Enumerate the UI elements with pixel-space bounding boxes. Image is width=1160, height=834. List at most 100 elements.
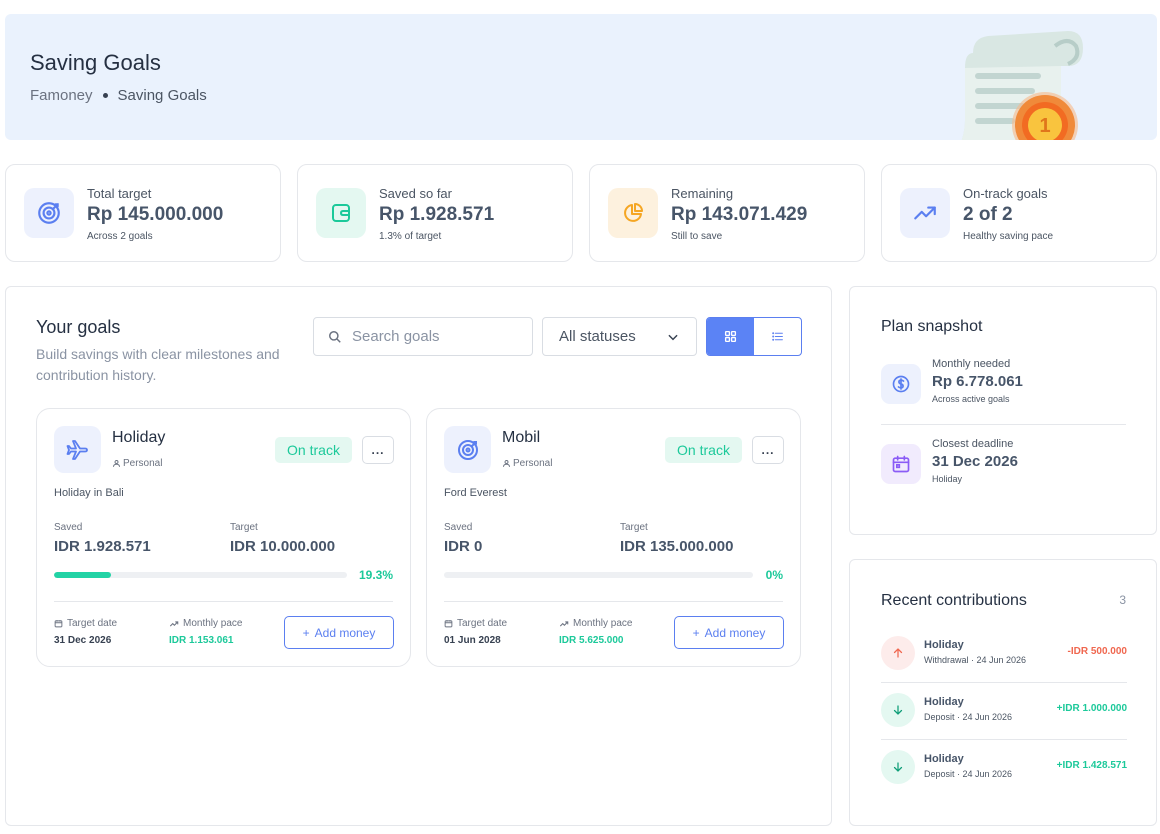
target-date-label-text: Target date (457, 618, 508, 629)
stat-label: Total target (87, 186, 152, 201)
target-date-label-text: Target date (67, 618, 118, 629)
pie-chart-icon (608, 188, 658, 238)
recent-contributions-panel: Recent contributions 3 Holiday Withdrawa… (849, 559, 1157, 826)
trending-up-icon (900, 188, 950, 238)
plan-item-label: Monthly needed (932, 358, 1011, 370)
goal-description: Ford Everest (444, 487, 507, 499)
target-icon (444, 426, 491, 473)
target-label: Target (620, 522, 648, 533)
breadcrumb-current: Saving Goals (117, 87, 207, 104)
stat-card-total-target: Total target Rp 145.000.000 Across 2 goa… (5, 164, 281, 262)
goals-panel: Your goals Build savings with clear mile… (5, 286, 832, 826)
breadcrumb: Famoney Saving Goals (30, 87, 207, 104)
stat-label: Remaining (671, 186, 734, 201)
contribution-meta: Deposit · 24 Jun 2026 (924, 769, 1013, 779)
contribution-name: Holiday (924, 753, 964, 765)
contribution-name: Holiday (924, 639, 964, 651)
recent-title: Recent contributions (881, 592, 1027, 609)
contribution-row[interactable]: Holiday Withdrawal · 24 Jun 2026 -IDR 50… (881, 636, 1127, 693)
monthly-pace-label-text: Monthly pace (573, 618, 633, 629)
goal-description: Holiday in Bali (54, 487, 124, 499)
goal-category-label: Personal (513, 458, 553, 469)
add-money-button[interactable]: + Add money (674, 616, 784, 649)
trending-up-icon (169, 620, 179, 626)
stat-card-remaining: Remaining Rp 143.071.429 Still to save (589, 164, 865, 262)
goals-description: Build savings with clear milestones and … (36, 346, 280, 383)
page-header: Saving Goals Famoney Saving Goals 1 (5, 14, 1157, 140)
contribution-amount: +IDR 1.000.000 (1056, 703, 1127, 714)
grid-view-button[interactable] (707, 318, 754, 355)
target-date-value: 31 Dec 2026 (54, 635, 112, 646)
saved-value: IDR 0 (444, 538, 483, 555)
arrow-down-icon (881, 750, 915, 784)
contribution-meta: Withdrawal · 24 Jun 2026 (924, 655, 1027, 665)
stat-sub: Still to save (671, 231, 723, 242)
saved-value: IDR 1.928.571 (54, 538, 151, 555)
monthly-pace-label-text: Monthly pace (183, 618, 243, 629)
progress-bar (444, 572, 753, 578)
goal-card[interactable]: Holiday Personal On track ... Holiday in… (36, 408, 411, 667)
list-icon (772, 332, 783, 341)
stat-card-on-track-goals: On-track goals 2 of 2 Healthy saving pac… (881, 164, 1157, 262)
plan-item-value: Rp 6.778.061 (932, 373, 1023, 390)
status-badge: On track (665, 437, 742, 463)
goal-card[interactable]: Mobil Personal On track ... Ford Everest… (426, 408, 801, 667)
saved-label: Saved (54, 522, 83, 533)
stat-card-saved-so-far: Saved so far Rp 1.928.571 1.3% of target (297, 164, 573, 262)
calendar-icon (881, 444, 921, 484)
target-value: IDR 10.000.000 (230, 538, 336, 555)
goal-name: Holiday (112, 429, 166, 446)
status-badge: On track (275, 437, 352, 463)
target-label: Target (230, 522, 258, 533)
contribution-amount: +IDR 1.428.571 (1056, 760, 1127, 771)
search-box[interactable] (313, 317, 533, 356)
goals-title: Your goals (36, 317, 121, 337)
user-icon (503, 460, 510, 467)
status-filter-select[interactable]: All statuses (542, 317, 697, 356)
divider (881, 739, 1127, 740)
list-view-button[interactable] (754, 318, 801, 355)
add-money-label: Add money (704, 625, 766, 640)
plane-icon (54, 426, 101, 473)
add-money-button[interactable]: + Add money (284, 616, 394, 649)
arrow-up-icon (881, 636, 915, 670)
wallet-icon (316, 188, 366, 238)
breadcrumb-home[interactable]: Famoney (30, 87, 93, 104)
more-options-button[interactable]: ... (752, 436, 784, 464)
divider (54, 601, 393, 602)
progress-percent: 0% (765, 568, 783, 582)
arrow-down-icon (881, 693, 915, 727)
svg-text:1: 1 (1039, 115, 1050, 137)
target-icon (24, 188, 74, 238)
calendar-icon (54, 620, 63, 628)
contribution-amount: -IDR 500.000 (1067, 646, 1127, 657)
contribution-name: Holiday (924, 696, 964, 708)
plus-icon: + (692, 625, 700, 640)
certificate-illustration: 1 (961, 31, 1083, 140)
goal-category: Personal (502, 458, 552, 469)
target-date-label: Target date (444, 618, 507, 629)
page-title: Saving Goals (30, 50, 161, 75)
target-date-value: 01 Jun 2028 (444, 635, 501, 646)
status-filter-value: All statuses (559, 328, 636, 345)
plan-snapshot-panel: Plan snapshot Monthly needed Rp 6.778.06… (849, 286, 1157, 535)
stat-label: Saved so far (379, 186, 452, 201)
plan-item-sub: Across active goals (932, 394, 1010, 404)
contribution-row[interactable]: Holiday Deposit · 24 Jun 2026 +IDR 1.428… (881, 750, 1127, 807)
monthly-pace-value: IDR 5.625.000 (559, 635, 624, 646)
calendar-icon (444, 620, 453, 628)
stat-sub: Healthy saving pace (963, 231, 1054, 242)
more-options-button[interactable]: ... (362, 436, 394, 464)
breadcrumb-separator (102, 93, 108, 98)
stat-value: Rp 143.071.429 (671, 204, 808, 225)
search-input[interactable] (352, 328, 512, 345)
divider (881, 424, 1126, 425)
stat-sub: Across 2 goals (87, 231, 153, 242)
monthly-pace-value: IDR 1.153.061 (169, 635, 234, 646)
user-icon (113, 460, 120, 467)
saved-label: Saved (444, 522, 473, 533)
contribution-row[interactable]: Holiday Deposit · 24 Jun 2026 +IDR 1.000… (881, 693, 1127, 750)
recent-count: 3 (1119, 593, 1126, 607)
stat-value: Rp 1.928.571 (379, 204, 495, 225)
target-date-label: Target date (54, 618, 117, 629)
